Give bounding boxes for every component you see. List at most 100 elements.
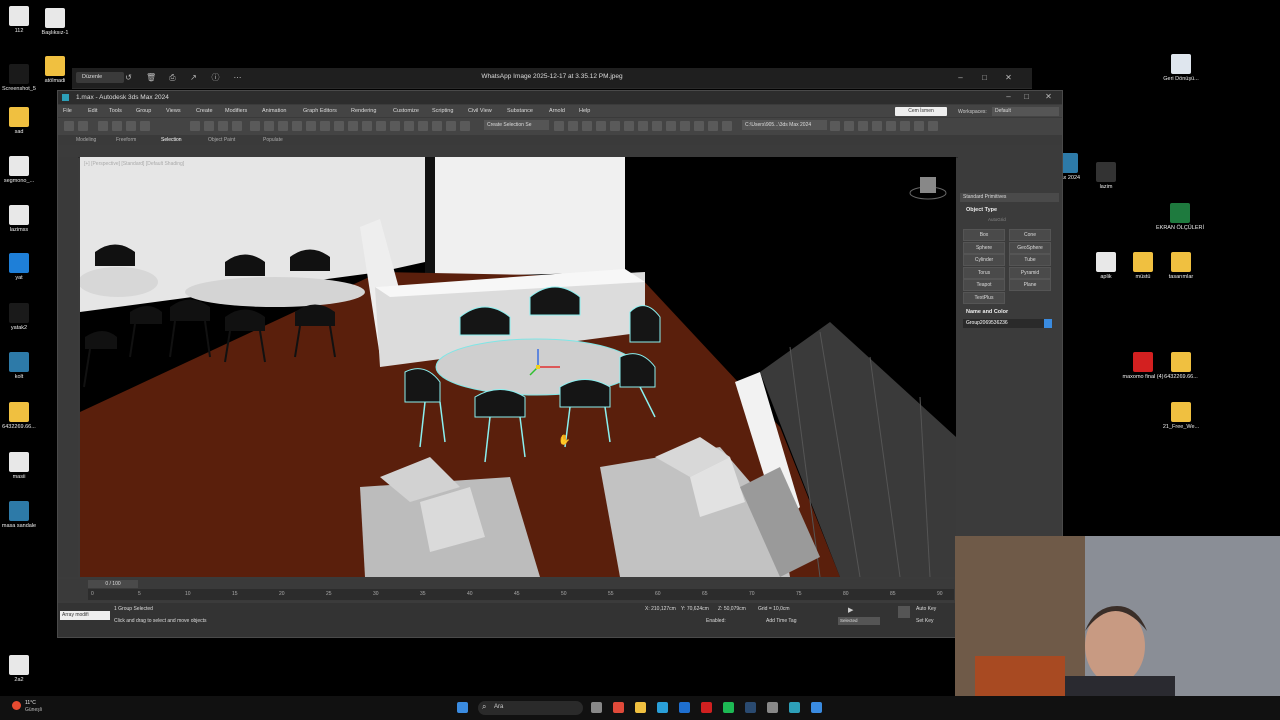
primitive-button-pyramid[interactable]: Pyramid xyxy=(1009,266,1051,279)
toolbar-button[interactable] xyxy=(694,121,704,131)
minimize-icon[interactable]: – xyxy=(956,73,965,82)
desktop-icon[interactable]: sad xyxy=(0,107,49,135)
menu-item-group[interactable]: Group xyxy=(136,108,151,114)
maxscript-listener-field[interactable]: Array modifi xyxy=(60,611,110,620)
menu-item-help[interactable]: Help xyxy=(579,108,590,114)
toolbar-button[interactable] xyxy=(446,121,456,131)
close-icon[interactable]: ✕ xyxy=(1004,73,1013,82)
primitive-button-tube[interactable]: Tube xyxy=(1009,254,1051,266)
toolbar-button[interactable] xyxy=(348,121,358,131)
selected-dropdown[interactable]: Selected xyxy=(838,617,880,625)
desktop-icon[interactable]: 6432269.66... xyxy=(0,402,49,430)
toolbar-button[interactable] xyxy=(320,121,330,131)
menu-item-views[interactable]: Views xyxy=(166,108,181,114)
toolbar-button[interactable] xyxy=(568,121,578,131)
primitive-button-box[interactable]: Box xyxy=(963,229,1005,241)
toolbar-button[interactable] xyxy=(722,121,732,131)
toolbar-button[interactable] xyxy=(306,121,316,131)
desktop-icon[interactable]: kolt xyxy=(0,352,49,380)
primitive-button-teapot[interactable]: Teapot xyxy=(963,279,1005,291)
primitive-button-torus[interactable]: Torus xyxy=(963,266,1005,279)
toolbar-button[interactable] xyxy=(218,121,228,131)
coord-x[interactable]: X: 210,127cm xyxy=(645,606,676,612)
primitive-button-cylinder[interactable]: Cylinder xyxy=(963,254,1005,266)
primitive-button-plane[interactable]: Plane xyxy=(1009,279,1051,291)
edge-icon[interactable] xyxy=(657,702,668,713)
project-path-field[interactable]: C:\Users\905...\3ds Max 2024 xyxy=(742,120,827,130)
primitive-button-cone[interactable]: Cone xyxy=(1009,229,1051,241)
desktop-icon[interactable]: lazim xyxy=(1076,162,1136,190)
menu-item-edit[interactable]: Edit xyxy=(88,108,97,114)
menu-item-graph-editors[interactable]: Graph Editors xyxy=(303,108,337,114)
ribbon-tab-object-paint[interactable]: Object Paint xyxy=(208,137,235,143)
toolbar-button[interactable] xyxy=(278,121,288,131)
menu-item-scripting[interactable]: Scripting xyxy=(432,108,453,114)
steam-icon[interactable] xyxy=(745,702,756,713)
menu-item-create[interactable]: Create xyxy=(196,108,213,114)
toolbar-button[interactable] xyxy=(292,121,302,131)
key-filter-icon[interactable] xyxy=(898,606,910,618)
toolbar-button[interactable] xyxy=(232,121,242,131)
workspaces-dropdown[interactable]: Default xyxy=(992,107,1059,116)
task-view-icon[interactable] xyxy=(591,702,602,713)
menu-item-rendering[interactable]: Rendering xyxy=(351,108,376,114)
user-signin-button[interactable]: Cem İsmen xyxy=(895,107,947,116)
time-slider[interactable]: 0 / 100 xyxy=(88,580,138,588)
add-time-tag[interactable]: Add Time Tag xyxy=(766,618,796,624)
desktop-icon[interactable]: masii xyxy=(0,452,49,480)
toolbar-button[interactable] xyxy=(680,121,690,131)
toolbar-button[interactable] xyxy=(844,121,854,131)
toolbar-button[interactable] xyxy=(858,121,868,131)
weather-icon[interactable] xyxy=(12,701,21,710)
settings-icon[interactable] xyxy=(767,702,778,713)
ribbon-tab-populate[interactable]: Populate xyxy=(263,137,283,143)
toolbar-button[interactable] xyxy=(708,121,718,131)
menu-item-arnold[interactable]: Arnold xyxy=(549,108,565,114)
toolbar-button[interactable] xyxy=(460,121,470,131)
viewport-label[interactable]: [+] [Perspective] [Standard] [Default Sh… xyxy=(84,161,184,167)
toolbar-button[interactable] xyxy=(582,121,592,131)
weather-text[interactable]: Güneşli xyxy=(25,707,42,713)
primitives-dropdown[interactable]: Standard Primitives xyxy=(960,193,1059,202)
desktop-icon[interactable]: 6432269.66... xyxy=(1151,352,1211,380)
object-name-field[interactable]: Group2069536236 xyxy=(963,319,1044,328)
toolbar-button[interactable] xyxy=(264,121,274,131)
toolbar-button[interactable] xyxy=(376,121,386,131)
opera-icon[interactable] xyxy=(701,702,712,713)
toolbar-button[interactable] xyxy=(830,121,840,131)
toolbar-button[interactable] xyxy=(126,121,136,131)
menu-item-file[interactable]: File xyxy=(63,108,72,114)
mail-icon[interactable] xyxy=(679,702,690,713)
chrome-icon[interactable] xyxy=(613,702,624,713)
primitive-button-textplus[interactable]: TextPlus xyxy=(963,291,1005,304)
desktop-icon[interactable]: EKRAN ÖLÇÜLERİ xyxy=(1150,203,1210,231)
desktop-icon[interactable]: 21_Free_We... xyxy=(1151,402,1211,430)
toolbar-button[interactable] xyxy=(362,121,372,131)
toolbar-button[interactable] xyxy=(596,121,606,131)
toolbar-button[interactable] xyxy=(928,121,938,131)
max-close-icon[interactable]: ✕ xyxy=(1044,92,1053,101)
toolbar-button[interactable] xyxy=(624,121,634,131)
max-minimize-icon[interactable]: – xyxy=(1004,92,1013,101)
object-color-swatch[interactable] xyxy=(1044,319,1052,328)
toolbar-button[interactable] xyxy=(404,121,414,131)
auto-key-button[interactable]: Auto Key xyxy=(916,606,936,612)
toolbar-button[interactable] xyxy=(78,121,88,131)
toolbar-button[interactable] xyxy=(112,121,122,131)
desktop-icon[interactable]: yat xyxy=(0,253,49,281)
ribbon-tab-modeling[interactable]: Modeling xyxy=(76,137,96,143)
explorer-icon[interactable] xyxy=(635,702,646,713)
toolbar-button[interactable] xyxy=(204,121,214,131)
photos-icon[interactable] xyxy=(811,702,822,713)
object-type-heading[interactable]: Object Type xyxy=(966,207,997,213)
toolbar-button[interactable] xyxy=(666,121,676,131)
toolbar-button[interactable] xyxy=(390,121,400,131)
ribbon-tab-selection[interactable]: Selection xyxy=(161,137,182,143)
name-color-heading[interactable]: Name and Color xyxy=(966,309,1008,315)
desktop-icon[interactable]: masa sandale xyxy=(0,501,49,529)
spotify-icon[interactable] xyxy=(723,702,734,713)
coord-y[interactable]: Y: 70,624cm xyxy=(681,606,709,612)
menu-item-substance[interactable]: Substance xyxy=(507,108,533,114)
toolbar-button[interactable] xyxy=(418,121,428,131)
set-key-button[interactable]: Set Key xyxy=(916,618,934,624)
